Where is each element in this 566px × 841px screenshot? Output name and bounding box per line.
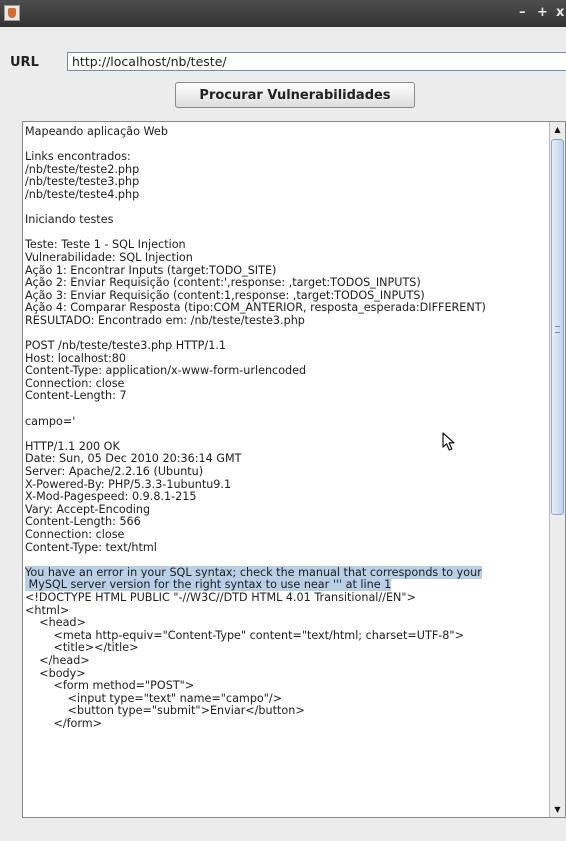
vertical-scrollbar[interactable]: ▲ ▼ <box>549 122 565 817</box>
output-line: </head> <box>25 653 90 667</box>
scroll-down-arrow-icon[interactable]: ▼ <box>550 802 565 817</box>
window-titlebar[interactable]: – + x <box>0 0 566 27</box>
maximize-button[interactable]: + <box>537 4 548 22</box>
output-line: Content-Type: text/html <box>25 540 157 554</box>
output-line: Iniciando testes <box>25 213 114 227</box>
java-app-icon <box>4 5 20 21</box>
close-button[interactable]: x <box>556 4 564 22</box>
minimize-button[interactable]: – <box>519 4 526 22</box>
url-input[interactable] <box>67 52 566 71</box>
scroll-grip-icon <box>555 326 560 333</box>
output-line: <html> <box>25 603 70 617</box>
output-log[interactable]: Mapeando aplicação Web Links encontrados:… <box>25 125 547 731</box>
scroll-up-arrow-icon[interactable]: ▲ <box>550 122 565 137</box>
url-label: URL <box>10 55 39 70</box>
search-vulnerabilities-button[interactable]: Procurar Vulnerabilidades <box>175 82 415 108</box>
output-line: RESULTADO: Encontrado em: /nb/teste/test… <box>25 313 305 327</box>
output-line: Mapeando aplicação Web <box>25 125 168 138</box>
scroll-thumb[interactable] <box>551 139 564 515</box>
output-line: <!DOCTYPE HTML PUBLIC "-//W3C//DTD HTML … <box>25 590 416 604</box>
output-line: <button type="submit">Enviar</button> <box>25 704 305 718</box>
output-text-area[interactable]: Mapeando aplicação Web Links encontrados:… <box>22 121 566 818</box>
mouse-pointer-icon <box>442 432 455 451</box>
output-line: <title></title> <box>25 641 139 655</box>
output-line: </form> <box>25 716 103 730</box>
output-line: Content-Length: 7 <box>25 389 127 403</box>
output-line: campo=' <box>25 414 76 428</box>
output-line: /nb/teste/teste4.php <box>25 187 140 201</box>
